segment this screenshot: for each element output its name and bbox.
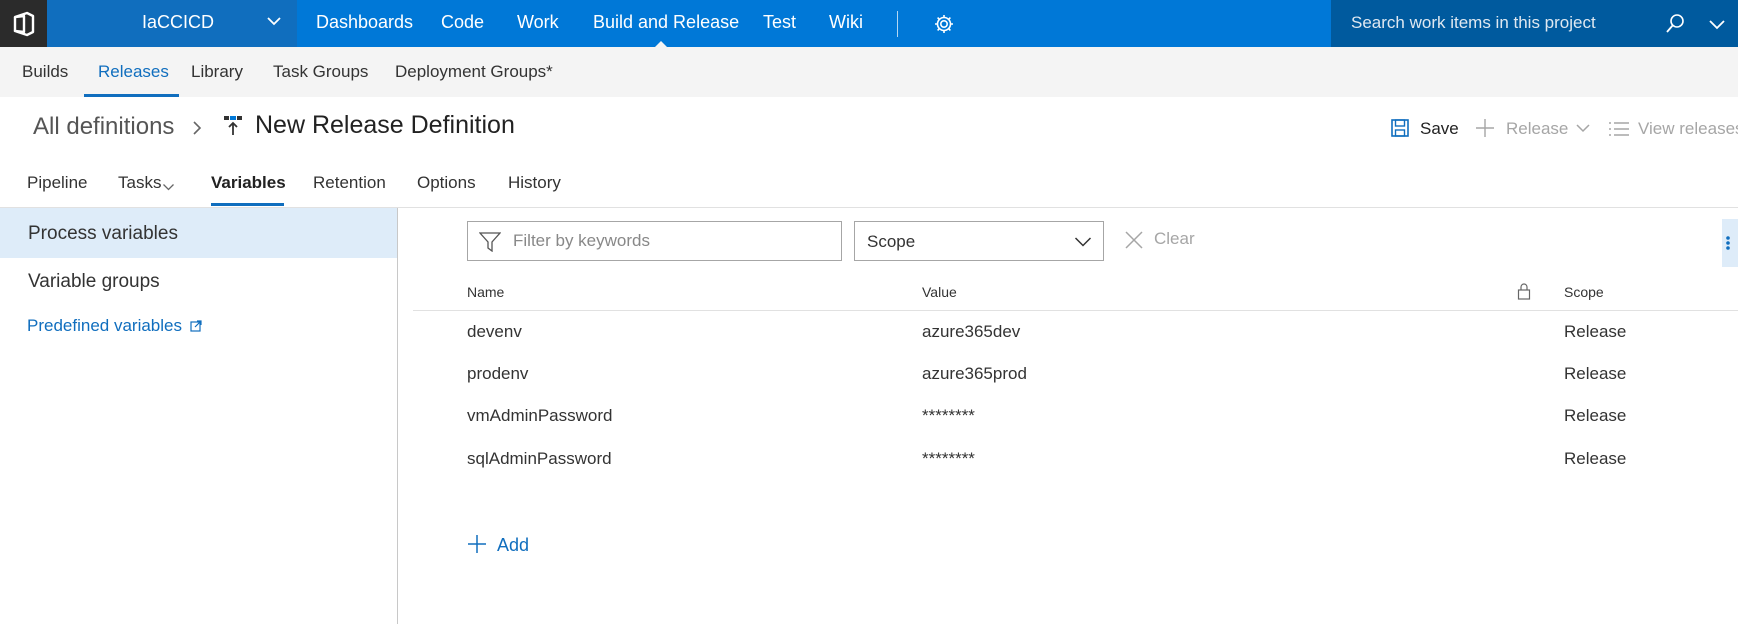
column-header-scope[interactable]: Scope	[1564, 284, 1604, 300]
variable-name[interactable]: prodenv	[467, 364, 528, 384]
nav-divider	[897, 11, 898, 37]
process-variables-item[interactable]: Process variables	[0, 208, 397, 258]
chevron-down-icon	[265, 12, 283, 35]
subnav-library[interactable]: Library	[191, 62, 243, 82]
column-header-name[interactable]: Name	[467, 284, 504, 300]
variable-value[interactable]: azure365dev	[922, 322, 1020, 342]
variable-groups-label: Variable groups	[28, 271, 160, 292]
predefined-variables-link[interactable]: Predefined variables	[27, 316, 202, 337]
subnav-task-groups[interactable]: Task Groups	[273, 62, 368, 82]
chevron-down-icon	[1575, 120, 1591, 141]
page-title[interactable]: New Release Definition	[255, 111, 515, 140]
sub-nav-bar: Builds Releases Library Task Groups Depl…	[0, 47, 1738, 97]
subnav-deployment-groups[interactable]: Deployment Groups*	[395, 62, 553, 82]
variables-left-panel: Process variables Variable groups Predef…	[0, 208, 398, 624]
release-button[interactable]: Release	[1506, 119, 1568, 139]
release-definition-icon	[223, 115, 243, 142]
side-panel-toggle[interactable]	[1722, 219, 1738, 267]
tab-tasks[interactable]: Tasks	[118, 173, 161, 193]
table-row[interactable]: prodenv azure365prod Release	[413, 353, 1738, 395]
chevron-right-icon	[190, 119, 204, 142]
subnav-builds[interactable]: Builds	[22, 62, 68, 82]
plus-icon	[467, 534, 487, 559]
table-row[interactable]: vmAdminPassword ******** Release	[413, 395, 1738, 437]
variable-name[interactable]: sqlAdminPassword	[467, 449, 612, 469]
project-name: IaCCICD	[142, 12, 215, 32]
variable-name[interactable]: vmAdminPassword	[467, 406, 613, 426]
save-button[interactable]: Save	[1420, 119, 1459, 139]
breadcrumb-all-definitions[interactable]: All definitions	[33, 113, 174, 141]
variable-value[interactable]: azure365prod	[922, 364, 1027, 384]
scope-dropdown[interactable]: Scope	[854, 221, 1104, 261]
subnav-active-underline	[84, 94, 179, 97]
nav-test[interactable]: Test	[763, 12, 796, 33]
tab-active-underline	[211, 203, 284, 206]
table-row[interactable]: sqlAdminPassword ******** Release	[413, 438, 1738, 480]
variable-scope[interactable]: Release	[1564, 449, 1626, 469]
nav-work[interactable]: Work	[517, 12, 559, 33]
top-nav-bar: IaCCICD Dashboards Code Work Build and R…	[0, 0, 1738, 47]
close-icon	[1125, 231, 1143, 254]
nav-wiki[interactable]: Wiki	[829, 12, 863, 33]
lock-icon	[1517, 282, 1531, 305]
tab-history[interactable]: History	[508, 173, 561, 193]
save-icon[interactable]	[1390, 118, 1410, 143]
search-box[interactable]: Search work items in this project	[1331, 0, 1738, 47]
tab-variables[interactable]: Variables	[211, 173, 286, 193]
tab-options[interactable]: Options	[417, 173, 476, 193]
variable-value[interactable]: ********	[922, 449, 975, 469]
column-header-value[interactable]: Value	[922, 284, 957, 300]
variable-value[interactable]: ********	[922, 406, 975, 426]
filter-icon	[478, 232, 502, 257]
search-placeholder: Search work items in this project	[1351, 13, 1596, 32]
chevron-down-icon[interactable]	[1707, 14, 1727, 39]
variable-scope[interactable]: Release	[1564, 322, 1626, 342]
nav-build-and-release[interactable]: Build and Release	[593, 12, 739, 33]
predefined-variables-label: Predefined variables	[27, 316, 182, 335]
list-icon	[1608, 121, 1630, 142]
variable-scope[interactable]: Release	[1564, 364, 1626, 384]
nav-code[interactable]: Code	[441, 12, 484, 33]
filter-input[interactable]	[513, 230, 833, 252]
vsts-logo-icon[interactable]	[0, 0, 47, 47]
chevron-down-icon	[1074, 235, 1092, 254]
tab-retention[interactable]: Retention	[313, 173, 386, 193]
nav-dashboards[interactable]: Dashboards	[316, 12, 413, 33]
variable-groups-item[interactable]: Variable groups	[0, 258, 397, 308]
tab-pipeline[interactable]: Pipeline	[27, 173, 88, 193]
search-icon[interactable]	[1664, 13, 1686, 40]
variable-scope[interactable]: Release	[1564, 406, 1626, 426]
process-variables-label: Process variables	[28, 223, 178, 244]
plus-icon	[1475, 118, 1495, 143]
view-releases-button[interactable]: View releases	[1638, 119, 1738, 139]
scope-dropdown-label: Scope	[867, 232, 916, 251]
variable-name[interactable]: devenv	[467, 322, 522, 342]
external-link-icon	[190, 317, 202, 337]
clear-label: Clear	[1154, 229, 1195, 248]
table-row[interactable]: devenv azure365dev Release	[413, 311, 1738, 353]
project-selector[interactable]: IaCCICD	[47, 0, 297, 47]
add-label: Add	[497, 535, 530, 555]
subnav-releases[interactable]: Releases	[98, 62, 169, 82]
gear-icon[interactable]	[933, 13, 955, 40]
chevron-down-icon[interactable]	[162, 178, 175, 198]
filter-by-keywords-field[interactable]	[467, 221, 842, 261]
